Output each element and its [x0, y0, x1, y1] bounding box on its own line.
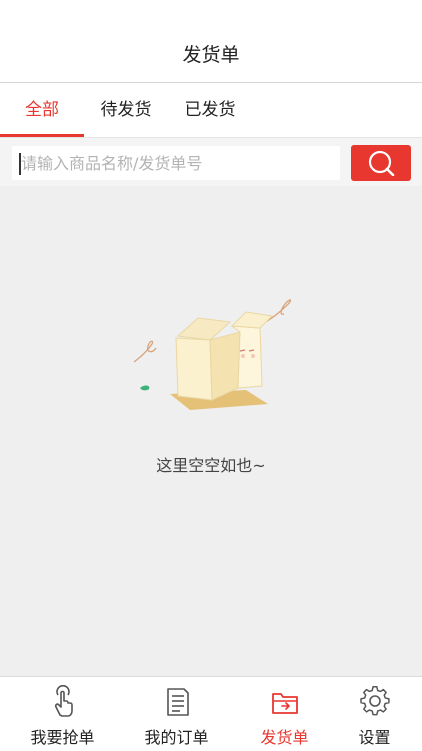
tabbar-item-grab-order[interactable]: 我要抢单: [10, 677, 115, 751]
tab-shipped[interactable]: 已发货: [168, 83, 252, 137]
bottom-tab-bar: 我要抢单 我的订单 发货单 设置: [0, 676, 422, 751]
search-input[interactable]: [12, 146, 340, 180]
filter-tabs: 全部 待发货 已发货: [0, 83, 422, 138]
search-icon: [368, 150, 395, 176]
tabbar-label-grab-order: 我要抢单: [30, 728, 95, 747]
tab-pending-label: 待发货: [100, 100, 152, 120]
tabbar-label-settings: 设置: [358, 728, 391, 747]
folder-icon: [272, 693, 298, 714]
document-icon: [167, 688, 189, 716]
gear-icon: [360, 686, 390, 716]
tab-pending[interactable]: 待发货: [84, 83, 168, 137]
tabbar-item-settings[interactable]: 设置: [322, 677, 422, 751]
text-caret: [19, 153, 21, 175]
tabbar-label-my-orders: 我的订单: [144, 728, 209, 747]
empty-state-message: 这里空空如也~: [156, 456, 266, 475]
tabbar-item-my-orders[interactable]: 我的订单: [124, 677, 229, 751]
tab-shipped-label: 已发货: [184, 100, 236, 120]
tab-all[interactable]: 全部: [0, 83, 84, 137]
page-title: 发货单: [182, 44, 240, 66]
nav-header: 发货单: [0, 0, 422, 83]
empty-box-illustration: [128, 296, 298, 420]
tap-hand-icon: [54, 685, 73, 717]
search-button[interactable]: [351, 145, 411, 181]
tab-all-label: 全部: [25, 100, 59, 120]
tab-active-indicator: [0, 134, 84, 137]
